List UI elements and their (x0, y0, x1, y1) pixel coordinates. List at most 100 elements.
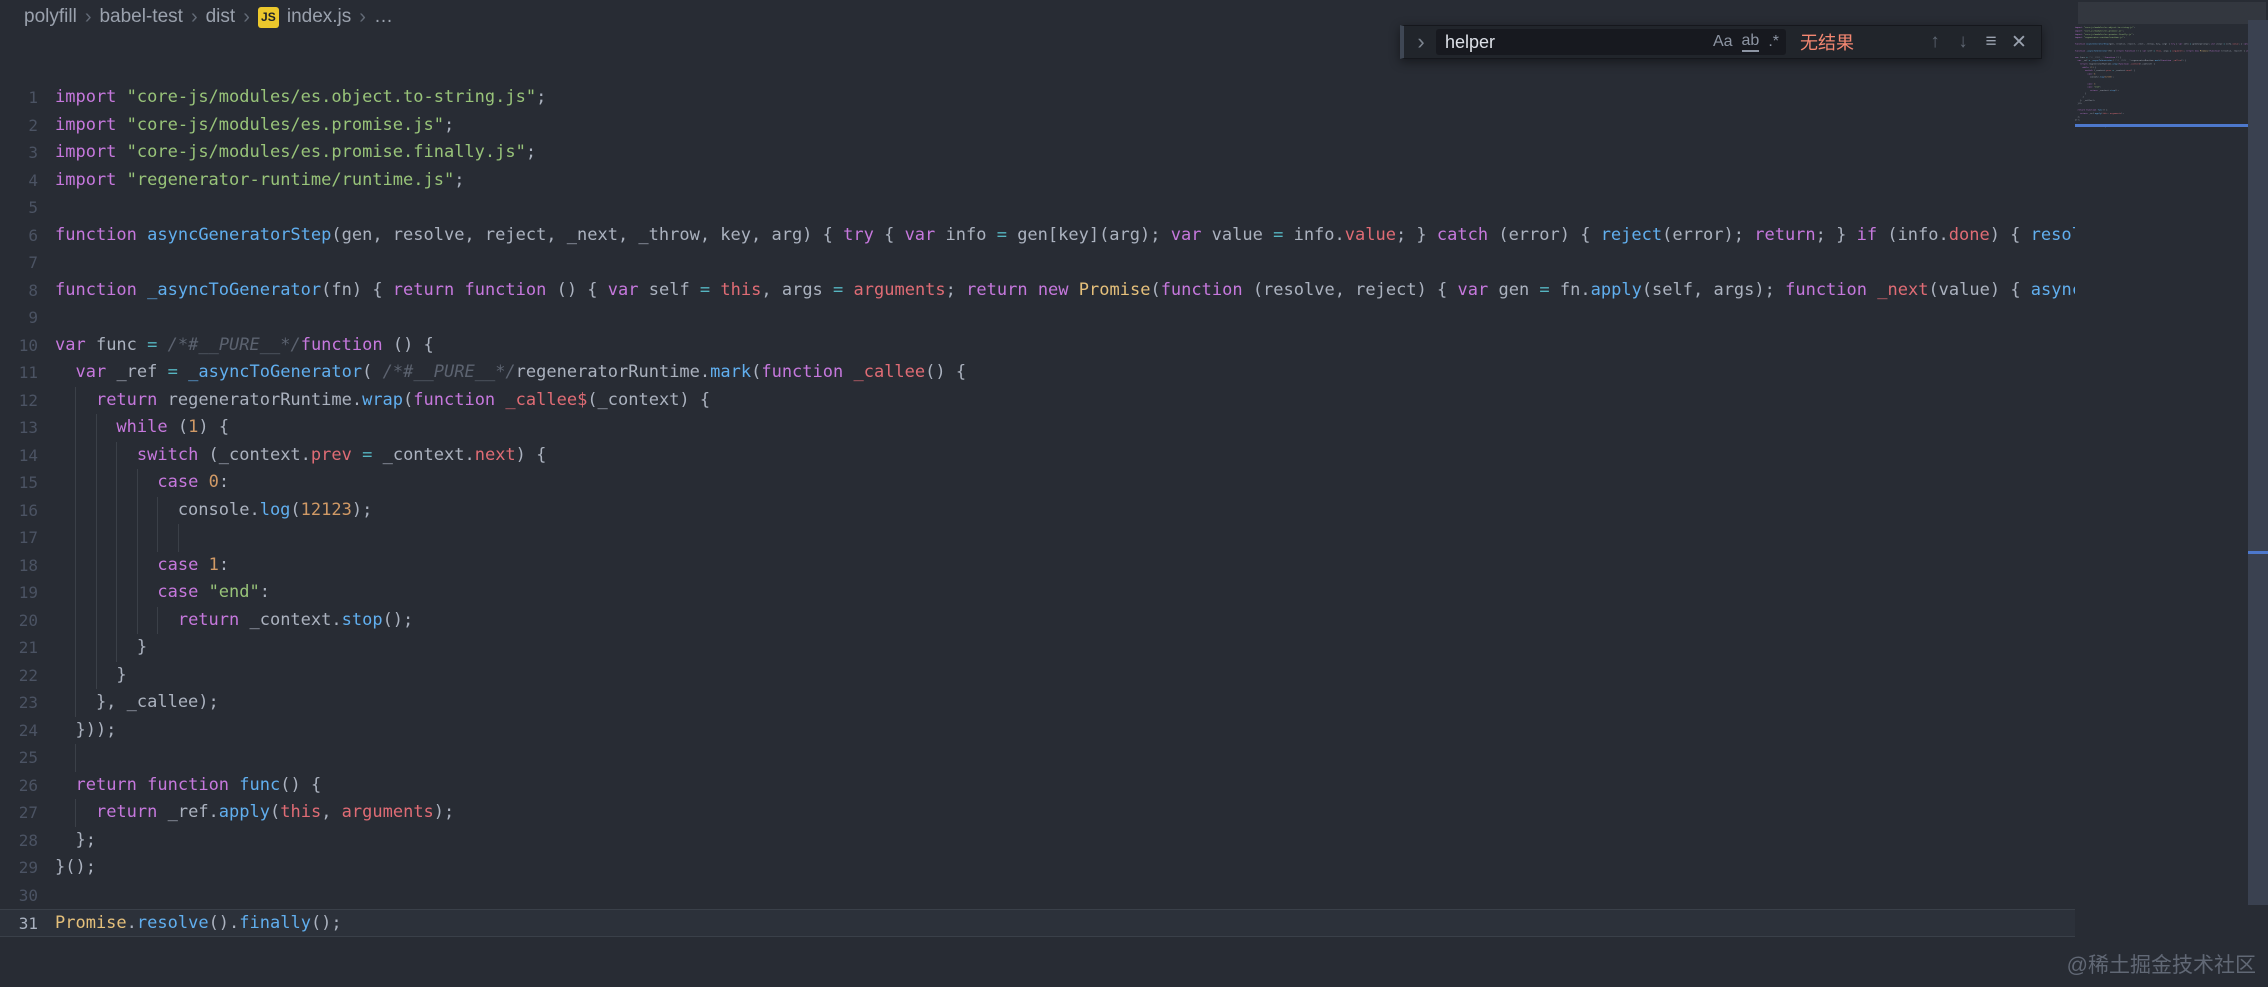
find-in-selection-button[interactable]: ≡ (1977, 31, 2005, 53)
match-case-toggle[interactable]: Aa (1713, 34, 1733, 50)
breadcrumb-separator-icon: › (191, 7, 198, 27)
indent-guide (116, 634, 117, 662)
watermark: @稀土掘金技术社区 (2067, 949, 2256, 979)
indent-guide (116, 442, 117, 470)
code-line: 18 case 1: (0, 552, 2075, 580)
line-number: 30 (0, 882, 38, 910)
code-text: import "core-js/modules/es.promise.final… (55, 139, 536, 167)
line-number: 8 (0, 277, 38, 305)
code-line: 28 }; (0, 827, 2075, 855)
editor-code-area[interactable]: 1 import "core-js/modules/es.object.to-st… (0, 84, 2075, 937)
regex-toggle[interactable]: .* (1768, 34, 1779, 50)
indent-guide (75, 414, 76, 442)
line-number: 28 (0, 827, 38, 855)
line-number: 15 (0, 469, 38, 497)
code-text: }; (55, 827, 96, 855)
code-text: case 1: (55, 552, 229, 580)
code-text (55, 524, 178, 552)
code-text: } (55, 634, 147, 662)
find-input[interactable] (1443, 31, 1704, 54)
code-text: import "core-js/modules/es.promise.js"; (55, 112, 454, 140)
code-line: 7 (0, 249, 2075, 277)
line-number: 11 (0, 359, 38, 387)
line-number: 27 (0, 799, 38, 827)
indent-guide (96, 552, 97, 580)
indent-guide (75, 662, 76, 690)
code-text: import "core-js/modules/es.object.to-str… (55, 84, 546, 112)
indent-guide (96, 579, 97, 607)
code-text: } (55, 662, 127, 690)
indent-guide (96, 524, 97, 552)
indent-guide (75, 689, 76, 717)
line-number: 25 (0, 744, 38, 772)
code-text: console.log(12123); (55, 497, 372, 525)
line-number: 6 (0, 222, 38, 250)
breadcrumb-item-babeltest[interactable]: babel-test (99, 6, 182, 28)
indent-guide (116, 552, 117, 580)
code-text: function _asyncToGenerator(fn) { return … (2075, 49, 2248, 52)
whole-word-toggle[interactable]: ab (1742, 33, 1760, 52)
expand-replace-chevron-icon[interactable]: › (1412, 31, 1430, 53)
breadcrumb-item-[interactable]: … (374, 6, 393, 28)
code-line: 30 (0, 882, 2075, 910)
line-number: 5 (0, 194, 38, 222)
code-text: case "end": (55, 579, 270, 607)
minimap-slider[interactable] (2078, 2, 2266, 24)
indent-guide (75, 607, 76, 635)
indent-guide (96, 442, 97, 470)
indent-guide (137, 469, 138, 497)
next-match-button[interactable]: ↓ (1949, 31, 1977, 53)
breadcrumb-item-dist[interactable]: dist (206, 6, 236, 28)
line-number: 24 (0, 717, 38, 745)
close-find-widget-button[interactable]: ✕ (2005, 31, 2033, 54)
code-line: 6function asyncGeneratorStep(gen, resolv… (0, 222, 2075, 250)
indent-guide (96, 662, 97, 690)
minimap-content: 1import "core-js/modules/es.object.to-st… (2075, 26, 2248, 128)
breadcrumb-item-indexjs[interactable]: index.js (287, 6, 351, 28)
previous-match-button[interactable]: ↑ (1921, 31, 1949, 53)
indent-guide (96, 497, 97, 525)
code-text: return function func() { (55, 772, 321, 800)
code-text: }(); (55, 854, 96, 882)
code-text: case 0: (55, 469, 229, 497)
code-text: switch (_context.prev = _context.next) { (55, 442, 546, 470)
minimap-current-line-marker (2075, 124, 2248, 127)
indent-guide (75, 497, 76, 525)
indent-guide (137, 607, 138, 635)
code-line: 27 return _ref.apply(this, arguments); (0, 799, 2075, 827)
minimap[interactable]: 1import "core-js/modules/es.object.to-st… (2075, 26, 2248, 138)
breadcrumb-item-polyfill[interactable]: polyfill (24, 6, 77, 28)
code-line: 20 return _context.stop(); (0, 607, 2075, 635)
breadcrumb-separator-icon: › (85, 7, 92, 27)
indent-guide (116, 469, 117, 497)
code-text: return _context.stop(); (55, 607, 413, 635)
indent-guide (157, 607, 158, 635)
line-number: 19 (0, 579, 38, 607)
indent-guide (96, 607, 97, 635)
code-line: 3import "core-js/modules/es.promise.fina… (0, 139, 2075, 167)
code-line: 21 } (0, 634, 2075, 662)
line-number: 29 (0, 854, 38, 882)
code-line: 8function _asyncToGenerator(fn) { return… (0, 277, 2075, 305)
code-line: 25 (0, 744, 2075, 772)
indent-guide (96, 414, 97, 442)
line-number: 22 (0, 662, 38, 690)
indent-guide (157, 497, 158, 525)
vertical-scrollbar[interactable] (2248, 20, 2268, 905)
line-number: 1 (0, 84, 38, 112)
code-text (55, 744, 75, 772)
code-text: function asyncGeneratorStep(gen, resolve… (2075, 43, 2248, 46)
code-text: import "regenerator-runtime/runtime.js"; (55, 167, 464, 195)
indent-guide (137, 552, 138, 580)
line-number: 13 (0, 414, 38, 442)
overview-ruler-cursor-marker (2248, 551, 2268, 554)
line-number: 2 (0, 112, 38, 140)
indent-guide (178, 524, 179, 552)
indent-guide (116, 497, 117, 525)
indent-guide (75, 469, 76, 497)
indent-guide (96, 634, 97, 662)
code-text: }(); (2075, 118, 2080, 121)
find-widget: › Aa ab .* 无结果 ↑ ↓ ≡ ✕ (1400, 25, 2042, 59)
find-input-box: Aa ab .* (1436, 29, 1786, 55)
line-number: 4 (0, 167, 38, 195)
